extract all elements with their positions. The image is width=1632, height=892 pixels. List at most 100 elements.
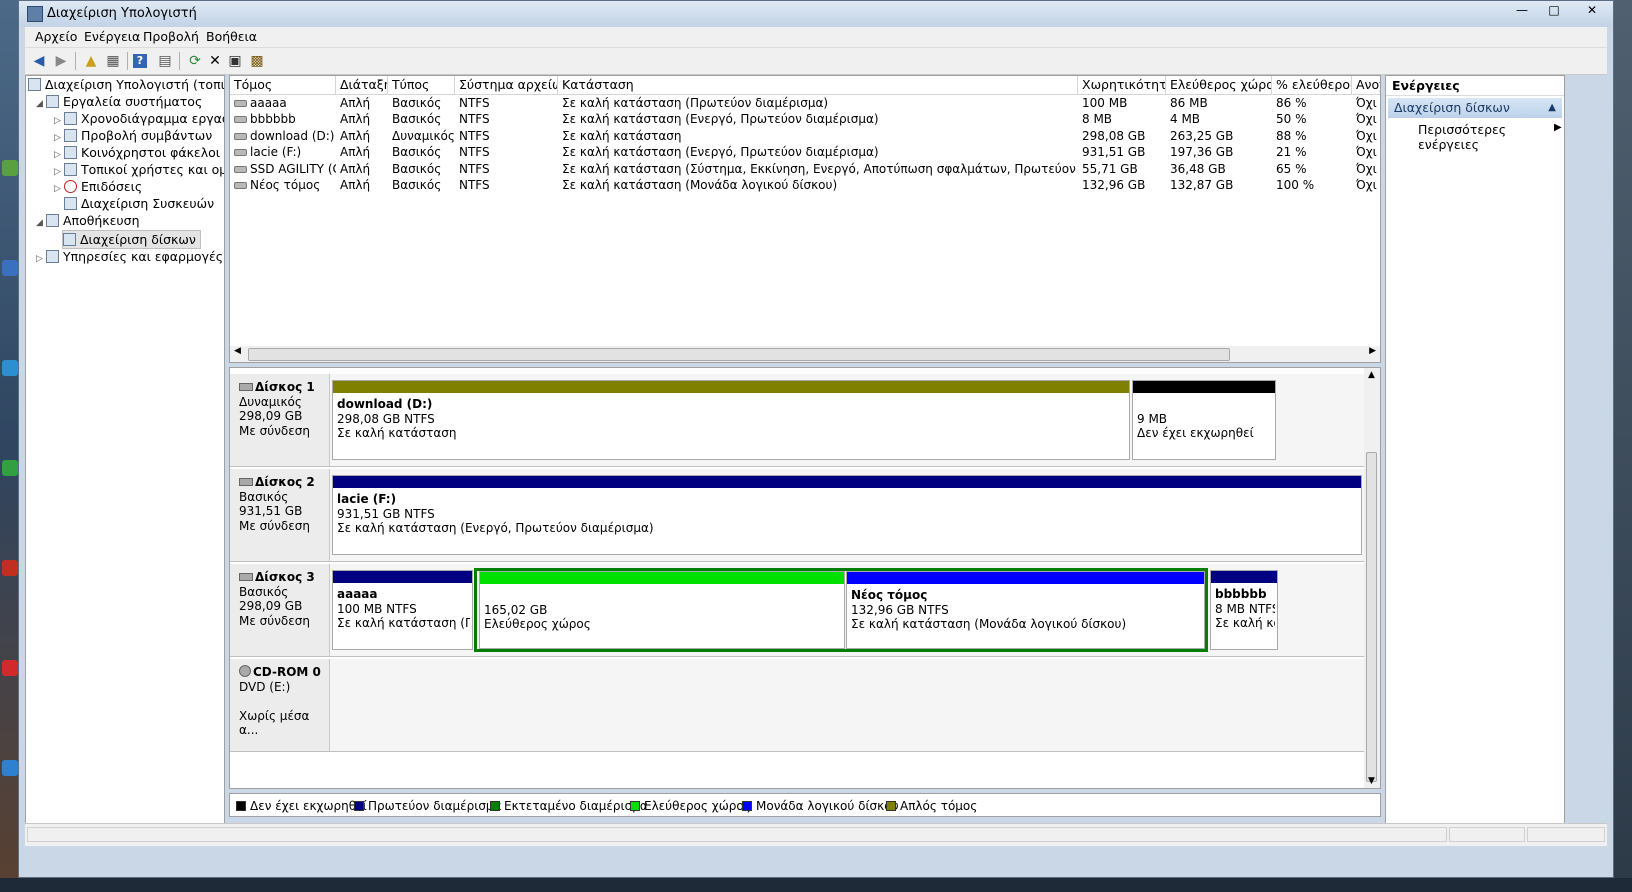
column-header[interactable]: Τόμος: [230, 76, 336, 94]
column-header[interactable]: Ανοχ: [1352, 76, 1380, 94]
menu-file[interactable]: Αρχείο: [35, 29, 77, 44]
scroll-up-icon[interactable]: ▲: [1368, 370, 1375, 380]
collapse-section-icon[interactable]: ▲: [1548, 98, 1556, 118]
scroll-right-icon[interactable]: ▶: [1369, 346, 1376, 356]
refresh-icon[interactable]: ⟳: [185, 51, 205, 71]
scroll-down-icon[interactable]: ▼: [1368, 776, 1375, 786]
collapse-arrow-icon[interactable]: ◢: [36, 96, 46, 113]
partition-new-volume[interactable]: Νέος τόμος 132,96 GB NTFS Σε καλή κατάστ…: [846, 571, 1205, 649]
partition-download[interactable]: download (D:) 298,08 GB NTFS Σε καλή κατ…: [332, 380, 1130, 460]
up-folder-icon[interactable]: ▲: [81, 51, 101, 71]
properties-icon[interactable]: ▣: [225, 51, 245, 71]
table-cell: Όχι: [1352, 95, 1380, 111]
tree-item-task-scheduler[interactable]: ▷ Χρονοδιάγραμμα εργασ: [54, 110, 224, 127]
partition-lacie[interactable]: lacie (F:) 931,51 GB NTFS Σε καλή κατάστ…: [332, 475, 1362, 555]
disk-row-3[interactable]: Δίσκος 3 Βασικός 298,09 GB Με σύνδεση aa…: [230, 564, 1366, 657]
tree-item-performance[interactable]: ▷ Επιδόσεις: [54, 178, 142, 195]
table-cell: 100 MB: [1078, 95, 1166, 111]
table-row[interactable]: bbbbbb Απλή Βασικός NTFS Σε καλή κατάσταση (…: [230, 111, 1380, 127]
scrollbar-thumb[interactable]: [248, 348, 1230, 361]
back-icon[interactable]: ◀: [29, 51, 49, 71]
column-header[interactable]: Διάταξη: [336, 76, 388, 94]
legend-label: Ελεύθερος χώρος: [644, 799, 751, 813]
help-icon[interactable]: ?: [133, 54, 147, 68]
desktop-shortcut-icon[interactable]: [2, 260, 18, 276]
disk-status: Χωρίς μέσα α...: [239, 708, 310, 738]
tree-item-services-applications[interactable]: ▷ Υπηρεσίες και εφαρμογές: [36, 248, 223, 265]
graph-vertical-scrollbar[interactable]: ▲ ▼: [1364, 368, 1380, 788]
partition-color-bar: [333, 476, 1361, 488]
table-cell: Βασικός: [388, 161, 455, 177]
table-row[interactable]: aaaaa Απλή Βασικός NTFS Σε καλή κατάσταση (Π…: [230, 95, 1380, 111]
partition-aaaaa[interactable]: aaaaa 100 MB NTFS Σε καλή κατάσταση (Πρω: [332, 570, 473, 650]
export-icon[interactable]: ▩: [247, 51, 267, 71]
more-actions-link[interactable]: Περισσότερες ενέργειες ▶: [1418, 122, 1564, 152]
column-header[interactable]: Τύπος: [388, 76, 455, 94]
title-bar[interactable]: Διαχείριση Υπολογιστή — □ ✕: [19, 1, 1613, 27]
menu-view[interactable]: Προβολή: [143, 29, 199, 44]
partition-unallocated[interactable]: 9 MB Δεν έχει εκχωρηθεί: [1132, 380, 1276, 460]
table-row[interactable]: Νέος τόμος Απλή Βασικός NTFS Σε καλή κατάστα…: [230, 177, 1380, 193]
column-header[interactable]: Ελεύθερος χώρος: [1166, 76, 1272, 94]
tree-item-local-users[interactable]: ▷ Τοπικοί χρήστες και ομ: [54, 161, 224, 178]
table-cell: 931,51 GB: [1078, 144, 1166, 160]
column-header[interactable]: Κατάσταση: [558, 76, 1078, 94]
delete-icon[interactable]: ✕: [205, 51, 225, 71]
list-horizontal-scrollbar[interactable]: ◀ ▶: [230, 346, 1380, 362]
menu-action[interactable]: Ενέργεια: [84, 29, 140, 44]
forward-icon[interactable]: ▶: [51, 51, 71, 71]
desktop-shortcut-icon[interactable]: [2, 160, 18, 176]
column-header[interactable]: Χωρητικότητα: [1078, 76, 1166, 94]
disk-row-cdrom[interactable]: CD-ROM 0 DVD (E:) Χωρίς μέσα α...: [230, 659, 1366, 752]
minimize-button[interactable]: —: [1509, 1, 1535, 19]
disk-row-2[interactable]: Δίσκος 2 Βασικός 931,51 GB Με σύνδεση la…: [230, 469, 1366, 562]
table-row[interactable]: download (D:) Απλή Δυναμικός NTFS Σε καλή κα…: [230, 128, 1380, 144]
toolbar-separator: [75, 52, 76, 70]
cell-text: 36,48 GB: [1170, 161, 1226, 176]
column-header[interactable]: Σύστημα αρχείων: [455, 76, 558, 94]
tree-label: Διαχείριση Υπολογιστή (τοπικ: [45, 77, 225, 92]
table-cell: Όχι: [1352, 144, 1380, 160]
desktop-shortcut-icon[interactable]: [2, 660, 18, 676]
disk-info[interactable]: CD-ROM 0 DVD (E:) Χωρίς μέσα α...: [230, 659, 330, 751]
table-row[interactable]: lacie (F:) Απλή Βασικός NTFS Σε καλή κατάστα…: [230, 144, 1380, 160]
tree-item-device-manager[interactable]: Διαχείριση Συσκευών: [64, 195, 214, 212]
actions-section-disk-management[interactable]: Διαχείριση δίσκων ▲: [1388, 98, 1562, 118]
menu-help[interactable]: Βοήθεια: [206, 29, 257, 44]
column-header[interactable]: % ελεύθερου: [1272, 76, 1352, 94]
partition-status: Σε καλή κατάσταση (Ενεργό, Πρωτεύον διαμ…: [337, 521, 654, 535]
scroll-left-icon[interactable]: ◀: [234, 346, 241, 356]
tree-item-storage[interactable]: ◢ Αποθήκευση: [36, 212, 140, 229]
maximize-button[interactable]: □: [1541, 1, 1567, 19]
desktop-shortcut-icon[interactable]: [2, 460, 18, 476]
show-hide-tree-icon[interactable]: ▦: [103, 51, 123, 71]
extended-partition[interactable]: 165,02 GB Ελεύθερος χώρος Νέος τόμος 132…: [474, 568, 1208, 652]
window-title: Διαχείριση Υπολογιστή: [47, 6, 197, 21]
disk-info[interactable]: Δίσκος 2 Βασικός 931,51 GB Με σύνδεση: [230, 469, 330, 561]
desktop-shortcut-icon[interactable]: [2, 360, 18, 376]
volume-icon: [234, 182, 247, 189]
storage-icon: [46, 214, 59, 227]
expand-arrow-icon[interactable]: ▷: [54, 181, 64, 198]
tree-item-event-viewer[interactable]: ▷ Προβολή συμβάντων: [54, 127, 212, 144]
console-icon[interactable]: ▤: [155, 51, 175, 71]
partition-bbbbbb[interactable]: bbbbbb 8 MB NTFS Σε καλή κα: [1210, 570, 1278, 650]
table-cell: Απλή: [336, 111, 388, 127]
desktop-shortcut-icon[interactable]: [2, 760, 18, 776]
tree-item-shared-folders[interactable]: ▷ Κοινόχρηστοι φάκελοι: [54, 144, 220, 161]
cell-text: Βασικός: [392, 178, 442, 192]
expand-arrow-icon[interactable]: ▷: [36, 251, 46, 268]
disk-info[interactable]: Δίσκος 3 Βασικός 298,09 GB Με σύνδεση: [230, 564, 330, 656]
close-button[interactable]: ✕: [1575, 1, 1609, 19]
collapse-arrow-icon[interactable]: ◢: [36, 215, 46, 232]
cell-text: Σε καλή κατάσταση: [562, 128, 682, 143]
disk-row-1[interactable]: Δίσκος 1 Δυναμικός 298,09 GB Με σύνδεση …: [230, 374, 1366, 467]
tree-item-system-tools[interactable]: ◢ Εργαλεία συστήματος: [36, 93, 202, 110]
disk-info[interactable]: Δίσκος 1 Δυναμικός 298,09 GB Με σύνδεση: [230, 374, 330, 466]
tree-item-root[interactable]: Διαχείριση Υπολογιστή (τοπικ: [28, 76, 225, 93]
desktop-shortcut-icon[interactable]: [2, 560, 18, 576]
scrollbar-thumb[interactable]: [1366, 452, 1377, 782]
partition-free-space[interactable]: 165,02 GB Ελεύθερος χώρος: [479, 571, 845, 649]
tree-item-disk-management[interactable]: Διαχείριση δίσκων: [62, 230, 201, 249]
table-row[interactable]: SSD AGILITY (C:) Απλή Βασικός NTFS Σε καλή κ…: [230, 161, 1380, 177]
